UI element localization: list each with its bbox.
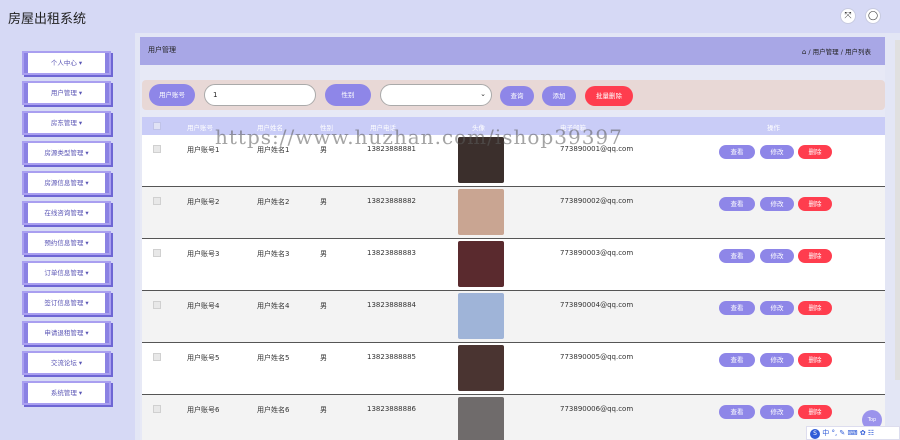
- sidebar-item-checkout-requests[interactable]: 申请退租管理 ▾: [24, 323, 109, 343]
- query-button[interactable]: 查询: [500, 86, 534, 106]
- avatar: [458, 397, 504, 440]
- user-table: 用户账号 用户姓名 性别 用户电话 头像 电子邮箱 操作 用户账号1 用户姓名1…: [142, 117, 885, 440]
- home-icon[interactable]: ⌂: [802, 48, 806, 56]
- top-bar: 房屋出租系统 ⤧ ◯: [0, 0, 900, 33]
- delete-button[interactable]: 删除: [798, 145, 832, 159]
- view-button[interactable]: 查看: [719, 405, 755, 419]
- view-button[interactable]: 查看: [719, 197, 755, 211]
- view-button[interactable]: 查看: [719, 301, 755, 315]
- cell-name: 用户姓名6: [257, 406, 290, 414]
- cell-gender: 男: [320, 198, 327, 206]
- view-button[interactable]: 查看: [719, 353, 755, 367]
- cell-phone: 13823888882: [367, 197, 416, 205]
- cell-phone: 13823888885: [367, 353, 416, 361]
- cell-gender: 男: [320, 406, 327, 414]
- app-title: 房屋出租系统: [8, 12, 87, 27]
- sidebar-item-appointment[interactable]: 预约信息管理 ▾: [24, 233, 109, 253]
- edit-button[interactable]: 修改: [760, 249, 794, 263]
- cell-email: 773890002@qq.com: [560, 197, 634, 205]
- main-content: 用户管理 ⌂ / 用户管理 / 用户列表 用户账号 1 性别 ⌄ 查询 添加 批…: [140, 37, 885, 440]
- avatar: [458, 189, 504, 235]
- delete-button[interactable]: 删除: [798, 353, 832, 367]
- table-row: 用户账号3 用户姓名3 男 13823888883 773890003@qq.c…: [142, 239, 885, 291]
- scrollbar[interactable]: [895, 40, 900, 380]
- table-row: 用户账号4 用户姓名4 男 13823888884 773890004@qq.c…: [142, 291, 885, 343]
- cell-account: 用户账号4: [187, 302, 220, 310]
- cell-gender: 男: [320, 302, 327, 310]
- cell-phone: 13823888883: [367, 249, 416, 257]
- delete-button[interactable]: 删除: [798, 249, 832, 263]
- ime-toolbar[interactable]: S 中 °, ✎ ⌨ ✿ ☷: [806, 426, 900, 440]
- row-checkbox[interactable]: [153, 197, 161, 205]
- account-label: 用户账号: [149, 84, 195, 106]
- fullscreen-icon[interactable]: ⤧: [840, 8, 856, 24]
- view-button[interactable]: 查看: [719, 145, 755, 159]
- cell-account: 用户账号6: [187, 406, 220, 414]
- sidebar-item-house-type[interactable]: 房源类型管理 ▾: [24, 143, 109, 163]
- cell-gender: 男: [320, 354, 327, 362]
- table-row: 用户账号6 用户姓名6 男 13823888886 773890006@qq.c…: [142, 395, 885, 440]
- table-row: 用户账号5 用户姓名5 男 13823888885 773890005@qq.c…: [142, 343, 885, 395]
- row-checkbox[interactable]: [153, 405, 161, 413]
- sidebar-item-system[interactable]: 系统管理 ▾: [24, 383, 109, 403]
- table-row: 用户账号2 用户姓名2 男 13823888882 773890002@qq.c…: [142, 187, 885, 239]
- cell-phone: 13823888886: [367, 405, 416, 413]
- header-account: 用户账号: [187, 124, 213, 132]
- gender-select[interactable]: ⌄: [380, 84, 492, 106]
- sidebar-item-orders[interactable]: 订单信息管理 ▾: [24, 263, 109, 283]
- page-header: 用户管理 ⌂ / 用户管理 / 用户列表: [140, 37, 885, 65]
- edit-button[interactable]: 修改: [760, 405, 794, 419]
- edit-button[interactable]: 修改: [760, 353, 794, 367]
- watermark: https://www.huzhan.com/ishop39397: [215, 125, 623, 149]
- view-button[interactable]: 查看: [719, 249, 755, 263]
- sidebar-item-personal-center[interactable]: 个人中心 ▾: [24, 53, 109, 73]
- cell-account: 用户账号3: [187, 250, 220, 258]
- cell-email: 773890005@qq.com: [560, 353, 634, 361]
- cell-account: 用户账号5: [187, 354, 220, 362]
- cell-email: 773890003@qq.com: [560, 249, 634, 257]
- cell-email: 773890006@qq.com: [560, 405, 634, 413]
- sidebar-item-online-consult[interactable]: 在线咨询管理 ▾: [24, 203, 109, 223]
- sidebar: 个人中心 ▾ 用户管理 ▾ 房东管理 ▾ 房源类型管理 ▾ 房源信息管理 ▾ 在…: [0, 33, 135, 440]
- sidebar-item-contracts[interactable]: 签订信息管理 ▾: [24, 293, 109, 313]
- cell-name: 用户姓名3: [257, 250, 290, 258]
- delete-button[interactable]: 删除: [798, 301, 832, 315]
- gender-label: 性别: [325, 84, 371, 106]
- avatar: [458, 241, 504, 287]
- cell-email: 773890004@qq.com: [560, 301, 634, 309]
- avatar: [458, 345, 504, 391]
- delete-button[interactable]: 删除: [798, 197, 832, 211]
- avatar: [458, 293, 504, 339]
- breadcrumb: ⌂ / 用户管理 / 用户列表: [801, 48, 871, 56]
- row-checkbox[interactable]: [153, 145, 161, 153]
- page-title: 用户管理: [148, 46, 176, 54]
- cell-phone: 13823888884: [367, 301, 416, 309]
- user-icon[interactable]: ◯: [865, 8, 881, 24]
- row-checkbox[interactable]: [153, 353, 161, 361]
- cell-gender: 男: [320, 250, 327, 258]
- row-checkbox[interactable]: [153, 301, 161, 309]
- account-search-input[interactable]: 1: [204, 84, 316, 106]
- cell-account: 用户账号2: [187, 198, 220, 206]
- select-all-checkbox[interactable]: [153, 122, 161, 130]
- chevron-down-icon: ⌄: [480, 90, 486, 98]
- row-checkbox[interactable]: [153, 249, 161, 257]
- batch-delete-button[interactable]: 批量删除: [585, 86, 633, 106]
- sidebar-item-house-info[interactable]: 房源信息管理 ▾: [24, 173, 109, 193]
- search-bar: 用户账号 1 性别 ⌄ 查询 添加 批量删除: [142, 80, 885, 110]
- cell-name: 用户姓名2: [257, 198, 290, 206]
- edit-button[interactable]: 修改: [760, 301, 794, 315]
- sidebar-item-forum[interactable]: 交流论坛 ▾: [24, 353, 109, 373]
- sidebar-item-landlord-management[interactable]: 房东管理 ▾: [24, 113, 109, 133]
- header-actions: 操作: [767, 124, 780, 132]
- delete-button[interactable]: 删除: [798, 405, 832, 419]
- ime-logo-icon: S: [810, 429, 820, 439]
- cell-name: 用户姓名5: [257, 354, 290, 362]
- add-button[interactable]: 添加: [542, 86, 576, 106]
- edit-button[interactable]: 修改: [760, 197, 794, 211]
- cell-name: 用户姓名4: [257, 302, 290, 310]
- edit-button[interactable]: 修改: [760, 145, 794, 159]
- sidebar-item-user-management[interactable]: 用户管理 ▾: [24, 83, 109, 103]
